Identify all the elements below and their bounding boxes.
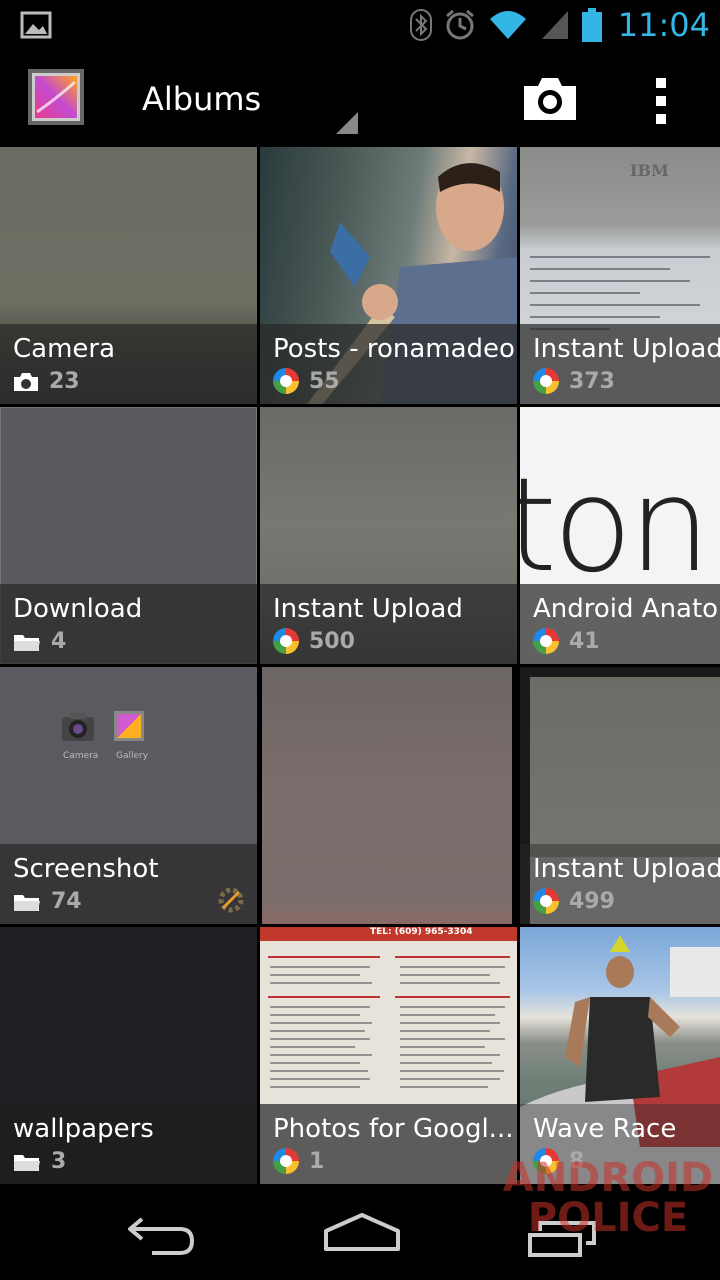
photo-content <box>530 677 720 857</box>
album-title: Wave Race <box>533 1114 677 1144</box>
album-tile-camera[interactable]: Camera 23 <box>0 147 257 404</box>
folder-icon <box>14 894 40 911</box>
anatomy-thumb-text: ton <box>520 449 711 601</box>
alarm-icon <box>445 9 474 40</box>
picasa-icon <box>533 628 559 654</box>
folder-icon <box>14 1154 40 1171</box>
album-tile-instant-upload-3[interactable]: Instant Upload 499 <box>520 667 720 924</box>
album-count: 4 <box>51 629 67 654</box>
album-tile-wallpapers[interactable]: wallpapers 3 <box>0 927 257 1184</box>
home-icon[interactable] <box>322 1205 402 1260</box>
album-tile-blurred[interactable] <box>262 667 512 924</box>
album-tile-instant-upload-1[interactable]: IBM Instant Upload 373 <box>520 147 720 404</box>
spinner-arrow-icon <box>336 112 358 134</box>
album-count: 41 <box>569 628 600 654</box>
status-bar: 11:04 <box>0 0 720 50</box>
folder-icon <box>14 634 40 651</box>
picasa-icon <box>273 1148 299 1174</box>
back-icon[interactable] <box>122 1205 202 1260</box>
album-count: 74 <box>51 889 82 914</box>
album-tile-download[interactable]: Download 4 <box>0 407 257 664</box>
bluetooth-icon <box>409 9 432 41</box>
picasa-icon <box>533 368 559 394</box>
album-count: 3 <box>51 1149 67 1174</box>
picasa-icon <box>273 628 299 654</box>
album-meta: 41 <box>533 628 600 654</box>
album-meta: 3 <box>13 1149 66 1174</box>
album-tile-android-anatomy[interactable]: ton Android Anator 41 <box>520 407 720 664</box>
album-title: wallpapers <box>13 1114 154 1144</box>
album-title: Android Anator <box>533 594 720 624</box>
picasa-icon <box>273 368 299 394</box>
album-count: 55 <box>309 368 340 394</box>
status-clock: 11:04 <box>617 6 710 44</box>
action-bar: Albums <box>0 50 720 145</box>
album-count: 499 <box>569 888 615 914</box>
album-thumbnail <box>262 667 512 924</box>
album-count: 373 <box>569 368 615 394</box>
signal-icon <box>541 11 568 39</box>
album-tile-screenshot[interactable]: Camera Gallery Screenshot 74 <box>0 667 257 924</box>
album-title: Posts - ronamadeo <box>273 334 515 364</box>
gallery-app-icon <box>114 711 144 741</box>
album-title: Screenshot <box>13 854 159 884</box>
overflow-menu-icon[interactable] <box>650 74 674 128</box>
album-count: 23 <box>49 369 80 394</box>
sync-gear-icon <box>218 887 244 913</box>
album-tile-instant-upload-2[interactable]: Instant Upload 500 <box>260 407 517 664</box>
camera-app-icon <box>62 713 94 741</box>
watermark-line-1: ANDROID <box>502 1155 714 1201</box>
album-title: Camera <box>13 334 116 364</box>
album-title: Instant Upload <box>273 594 463 624</box>
album-title: Photos for Googl... <box>273 1114 514 1144</box>
wifi-icon <box>489 11 526 39</box>
album-meta: 4 <box>13 629 66 654</box>
album-title: Instant Upload <box>533 334 720 364</box>
album-meta: 74 <box>13 889 82 914</box>
album-meta: 373 <box>533 368 615 394</box>
album-count: 1 <box>309 1148 325 1174</box>
album-tile-photos-for-google[interactable]: TEL: (609) 965-3304 Photos for Googl... … <box>260 927 517 1184</box>
gallery-notification-icon <box>20 11 52 39</box>
camera-icon <box>14 372 38 391</box>
camera-app-label: Camera <box>63 751 99 761</box>
album-meta: 55 <box>273 368 340 394</box>
album-meta: 1 <box>273 1148 324 1174</box>
album-meta: 23 <box>13 369 80 394</box>
battery-icon <box>581 8 602 42</box>
album-tile-wave-race[interactable]: Wave Race 8 <box>520 927 720 1184</box>
album-count: 500 <box>309 628 355 654</box>
album-title: Instant Upload <box>533 854 720 884</box>
watermark-line-2: POLICE <box>527 1195 689 1241</box>
album-title: Download <box>13 594 143 624</box>
gallery-app-icon[interactable] <box>27 68 85 126</box>
camera-icon[interactable] <box>520 74 580 124</box>
gallery-app-label: Gallery <box>116 751 149 761</box>
album-tile-posts[interactable]: Posts - ronamadeo 55 <box>260 147 517 404</box>
album-meta: 499 <box>533 888 615 914</box>
watermark: ANDROID POLICE <box>502 1158 714 1278</box>
album-grid: Camera 23 Posts - ronamadeo 55 IBM Insta… <box>0 145 720 1185</box>
album-meta: 500 <box>273 628 355 654</box>
album-view-spinner[interactable]: Albums <box>142 80 261 118</box>
picasa-icon <box>533 888 559 914</box>
